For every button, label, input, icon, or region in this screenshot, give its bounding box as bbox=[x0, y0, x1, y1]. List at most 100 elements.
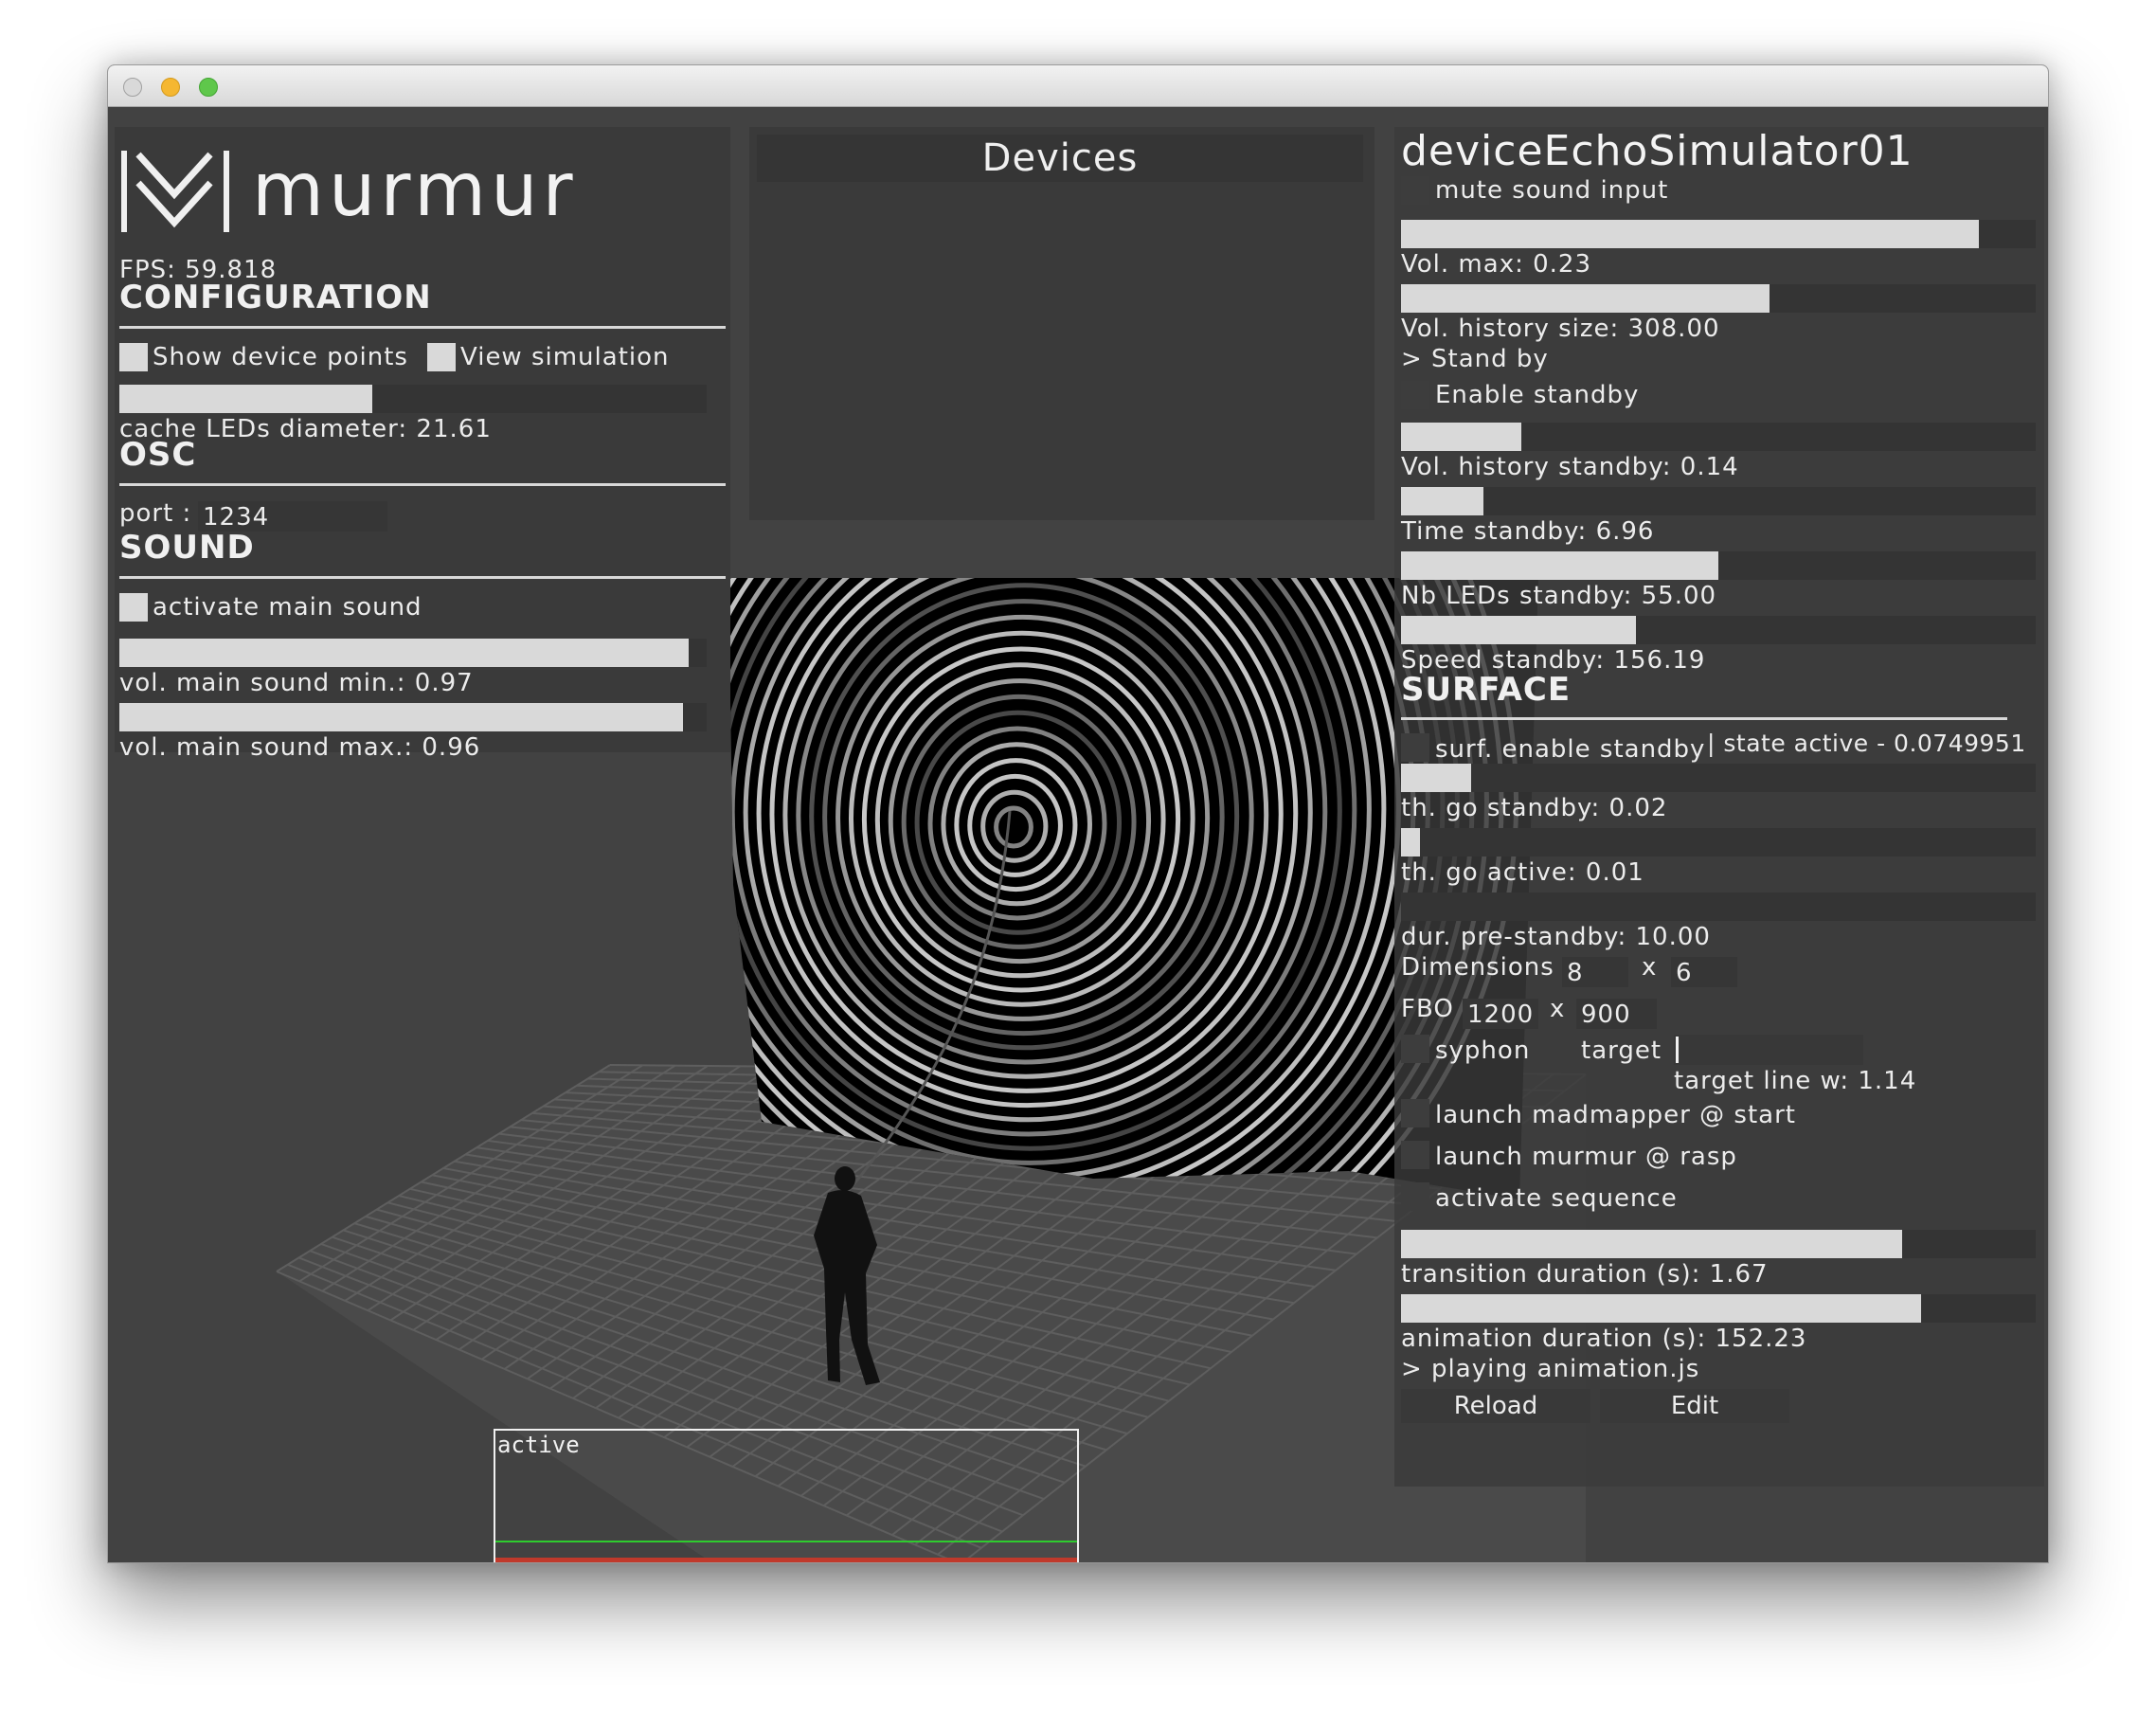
dimensions-times: x bbox=[1642, 953, 1658, 982]
fbo-label: FBO bbox=[1401, 995, 1454, 1023]
fbo-height-value: 900 bbox=[1581, 1001, 1631, 1029]
vol-max-label: Vol. max: 0.23 bbox=[1401, 250, 1591, 279]
show-device-points-checkbox[interactable] bbox=[119, 343, 148, 371]
surf-enable-standby-label: surf. enable standby bbox=[1435, 735, 1706, 764]
minimize-window-button[interactable] bbox=[161, 78, 180, 97]
dimensions-height-value: 6 bbox=[1676, 959, 1693, 987]
target-input[interactable] bbox=[1674, 1035, 1863, 1065]
devices-header: Devices bbox=[757, 135, 1363, 182]
transition-duration-label: transition duration (s): 1.67 bbox=[1401, 1260, 1769, 1289]
time-standby-fill bbox=[1401, 487, 1484, 515]
th-go-active-fill bbox=[1401, 828, 1421, 856]
surface-heading: SURFACE bbox=[1401, 671, 1572, 709]
cache-leds-slider[interactable] bbox=[119, 385, 707, 413]
transition-duration-slider[interactable] bbox=[1401, 1230, 2036, 1258]
dimensions-label: Dimensions bbox=[1401, 953, 1554, 982]
view-simulation-label: View simulation bbox=[460, 343, 670, 371]
dimensions-height-input[interactable]: 6 bbox=[1671, 957, 1737, 987]
activity-graph-red-line bbox=[495, 1558, 1077, 1562]
activate-sequence-checkbox[interactable] bbox=[1401, 1182, 1429, 1211]
surface-divider bbox=[1401, 717, 2007, 720]
vol-main-sound-max-label: vol. main sound max.: 0.96 bbox=[119, 733, 481, 762]
mute-sound-input-label: mute sound input bbox=[1435, 176, 1669, 205]
standby-group-toggle[interactable]: > Stand by bbox=[1401, 345, 1549, 373]
vol-max-fill bbox=[1401, 220, 1979, 248]
vol-main-sound-min-label: vol. main sound min.: 0.97 bbox=[119, 669, 474, 697]
devices-title: Devices bbox=[981, 136, 1139, 180]
murmur-logo-icon bbox=[121, 151, 229, 232]
activate-sequence-label: activate sequence bbox=[1435, 1184, 1678, 1213]
text-cursor bbox=[1676, 1037, 1679, 1063]
dimensions-width-value: 8 bbox=[1567, 959, 1584, 987]
activity-graph-label: active bbox=[497, 1432, 580, 1458]
speed-standby-fill bbox=[1401, 616, 1636, 644]
show-device-points-label: Show device points bbox=[153, 343, 408, 371]
dimensions-width-input[interactable]: 8 bbox=[1562, 957, 1628, 987]
murmur-logo bbox=[119, 151, 233, 232]
vol-history-standby-fill bbox=[1401, 423, 1522, 451]
vol-history-size-slider[interactable] bbox=[1401, 284, 2036, 313]
activate-main-sound-checkbox[interactable] bbox=[119, 593, 148, 622]
vol-history-size-fill bbox=[1401, 284, 1770, 313]
time-standby-slider[interactable] bbox=[1401, 487, 2036, 515]
speed-standby-slider[interactable] bbox=[1401, 616, 2036, 644]
main-content: murmur FPS: 59.818 CONFIGURATION Show de… bbox=[108, 108, 2048, 1562]
osc-heading: OSC bbox=[119, 436, 197, 474]
th-go-standby-label: th. go standby: 0.02 bbox=[1401, 794, 1668, 822]
osc-divider bbox=[119, 483, 726, 486]
reload-button[interactable]: Reload bbox=[1401, 1389, 1590, 1423]
mute-sound-input-checkbox[interactable] bbox=[1401, 176, 1429, 205]
vol-main-sound-min-slider[interactable] bbox=[119, 639, 707, 667]
animation-duration-slider[interactable] bbox=[1401, 1294, 2036, 1323]
th-go-standby-fill bbox=[1401, 764, 1471, 792]
fbo-width-input[interactable]: 1200 bbox=[1463, 999, 1538, 1029]
vol-main-sound-max-fill bbox=[119, 703, 684, 731]
app-window: murmur FPS: 59.818 CONFIGURATION Show de… bbox=[107, 64, 2049, 1563]
close-window-button[interactable] bbox=[123, 78, 142, 97]
vol-max-slider[interactable] bbox=[1401, 220, 2036, 248]
zoom-window-button[interactable] bbox=[199, 78, 218, 97]
app-name: murmur bbox=[252, 148, 578, 233]
view-simulation-checkbox[interactable] bbox=[427, 343, 456, 371]
port-input[interactable]: 1234 bbox=[198, 501, 387, 532]
launch-madmapper-checkbox[interactable] bbox=[1401, 1099, 1429, 1127]
vol-main-sound-max-slider[interactable] bbox=[119, 703, 707, 731]
dur-pre-standby-slider[interactable] bbox=[1401, 893, 2036, 921]
surface-state-readout: | state active - 0.0749951 bbox=[1707, 730, 2026, 757]
vol-history-size-label: Vol. history size: 308.00 bbox=[1401, 315, 1720, 343]
th-go-active-slider[interactable] bbox=[1401, 828, 2036, 856]
time-standby-label: Time standby: 6.96 bbox=[1401, 517, 1655, 546]
port-label: port : bbox=[119, 499, 192, 528]
sound-heading: SOUND bbox=[119, 529, 255, 567]
target-line-width-label: target line w: 1.14 bbox=[1674, 1067, 1917, 1095]
nb-leds-standby-slider[interactable] bbox=[1401, 551, 2036, 580]
device-controls: deviceEchoSimulator01 mute sound input V… bbox=[1401, 108, 2045, 1562]
vol-main-sound-min-fill bbox=[119, 639, 690, 667]
configuration-divider bbox=[119, 326, 726, 329]
fbo-height-input[interactable]: 900 bbox=[1576, 999, 1657, 1029]
nb-leds-standby-label: Nb LEDs standby: 55.00 bbox=[1401, 582, 1717, 610]
sound-divider bbox=[119, 576, 726, 579]
animation-duration-fill bbox=[1401, 1294, 1922, 1323]
syphon-label: syphon bbox=[1435, 1037, 1531, 1065]
port-value: 1234 bbox=[203, 503, 270, 532]
activity-graph-green-line bbox=[495, 1541, 1077, 1542]
surf-enable-standby-checkbox[interactable] bbox=[1401, 733, 1429, 762]
vol-history-standby-label: Vol. history standby: 0.14 bbox=[1401, 453, 1739, 481]
edit-button[interactable]: Edit bbox=[1600, 1389, 1789, 1423]
playing-animation-toggle[interactable]: > playing animation.js bbox=[1401, 1355, 1699, 1383]
device-name: deviceEchoSimulator01 bbox=[1401, 127, 1913, 175]
activate-main-sound-label: activate main sound bbox=[153, 593, 422, 622]
configuration-heading: CONFIGURATION bbox=[119, 279, 432, 316]
target-label: target bbox=[1581, 1037, 1662, 1065]
enable-standby-checkbox[interactable] bbox=[1401, 381, 1429, 409]
th-go-standby-slider[interactable] bbox=[1401, 764, 2036, 792]
devices-panel: Devices bbox=[749, 127, 1374, 520]
title-bar bbox=[108, 65, 2048, 107]
enable-standby-label: Enable standby bbox=[1435, 381, 1640, 409]
vol-history-standby-slider[interactable] bbox=[1401, 423, 2036, 451]
launch-murmur-checkbox[interactable] bbox=[1401, 1141, 1429, 1169]
launch-murmur-label: launch murmur @ rasp bbox=[1435, 1143, 1737, 1171]
syphon-checkbox[interactable] bbox=[1401, 1035, 1429, 1063]
launch-madmapper-label: launch madmapper @ start bbox=[1435, 1101, 1796, 1129]
